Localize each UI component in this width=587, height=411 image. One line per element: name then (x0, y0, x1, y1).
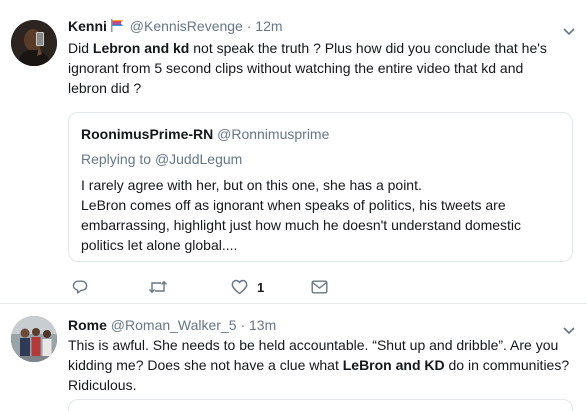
quoted-text-line: politics let alone global.... (81, 237, 238, 253)
heart-icon (231, 279, 248, 295)
tweet-header: Kenni @KennisRevenge · 12m (68, 17, 283, 35)
avatar[interactable] (11, 20, 57, 66)
timestamp[interactable]: 13m (249, 317, 276, 333)
quoted-author-handle: @Ronnimusprime (217, 126, 330, 142)
timestamp[interactable]: 12m (255, 18, 282, 34)
quoted-tweet-text: I rarely agree with her, but on this one… (81, 175, 521, 255)
tweet-actions: 1 (68, 276, 368, 298)
reply-mention-link[interactable]: @JuddLegum (155, 151, 242, 167)
author-handle[interactable]: @Roman_Walker_5 (111, 317, 237, 333)
retweet-icon (148, 279, 168, 295)
separator-dot: · (246, 18, 252, 34)
media-card-edge (68, 399, 573, 411)
tweet-text-line: lebron did ? (68, 80, 142, 96)
replying-to: Replying to @JuddLegum (81, 151, 243, 167)
tweet-text: This is awful. She needs to be held acco… (68, 335, 569, 395)
author-name[interactable]: Rome (68, 317, 107, 333)
quoted-tweet-header: RoonimusPrime-RN @Ronnimusprime (81, 125, 329, 143)
author-handle[interactable]: @KennisRevenge (130, 18, 243, 34)
tweet[interactable]: Rome @Roman_Walker_5 · 13m This is awful… (0, 304, 587, 411)
flag-emoji-icon (110, 18, 124, 32)
tweet-text: Did Lebron and kd not speak the truth ? … (68, 38, 547, 98)
separator-dot: · (240, 317, 246, 333)
chevron-down-icon[interactable] (562, 24, 576, 36)
envelope-icon (311, 280, 328, 294)
tweet-text-line: This is awful. She needs to be held acco… (68, 337, 559, 353)
tweet-header: Rome @Roman_Walker_5 · 13m (68, 316, 276, 334)
quoted-text-line: LeBron comes off as ignorant when speaks… (81, 197, 506, 213)
avatar[interactable] (11, 316, 57, 362)
reply-icon (72, 279, 88, 295)
author-name[interactable]: Kenni (68, 18, 107, 34)
tweet-text-line: Did Lebron and kd not speak the truth ? … (68, 40, 547, 56)
quoted-text-line: I rarely agree with her, but on this one… (81, 177, 422, 193)
quoted-text-line: embarrassing, highlight just how much he… (81, 217, 522, 233)
tweet-text-line: Ridiculous. (68, 377, 137, 393)
bold-phrase: LeBron and KD (342, 357, 445, 373)
quoted-tweet[interactable]: RoonimusPrime-RN @Ronnimusprime Replying… (68, 112, 573, 262)
tweet-text-line: ignorant from 5 second clips without wat… (68, 60, 524, 76)
like-button[interactable]: 1 (231, 276, 264, 298)
bold-phrase: Lebron and kd (92, 40, 190, 56)
like-count: 1 (257, 279, 265, 295)
quoted-author-name: RoonimusPrime-RN (81, 126, 214, 142)
reply-button[interactable] (72, 276, 88, 298)
tweet-text-line: kidding me? Does she not have a clue wha… (68, 357, 570, 373)
tweet[interactable]: Kenni @KennisRevenge · 12m Did Lebron an… (0, 0, 587, 304)
direct-message-button[interactable] (311, 276, 328, 298)
retweet-button[interactable] (148, 276, 168, 298)
chevron-down-icon[interactable] (562, 323, 576, 335)
